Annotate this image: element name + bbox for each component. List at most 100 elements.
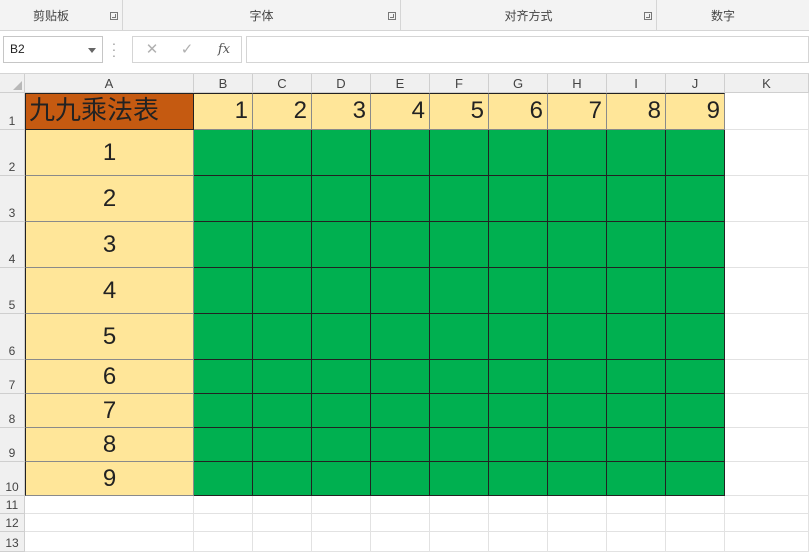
cell-g6[interactable] (489, 314, 548, 360)
cell-g11[interactable] (489, 496, 548, 514)
cell-a12[interactable] (25, 514, 194, 532)
cell-e2[interactable] (371, 130, 430, 176)
cell-f13[interactable] (430, 532, 489, 552)
cell-i9[interactable] (607, 428, 666, 462)
column-header-g[interactable]: G (489, 74, 548, 93)
dialog-launcher-icon[interactable] (644, 12, 652, 20)
chevron-down-icon[interactable] (88, 48, 96, 53)
cell-k13[interactable] (725, 532, 809, 552)
cell-c1-header[interactable]: 2 (253, 93, 312, 130)
cell-j1-header[interactable]: 9 (666, 93, 725, 130)
cell-b13[interactable] (194, 532, 253, 552)
cell-a7-row-label[interactable]: 6 (25, 360, 194, 394)
cell-f4[interactable] (430, 222, 489, 268)
cell-b2[interactable] (194, 130, 253, 176)
dialog-launcher-icon[interactable] (388, 12, 396, 20)
cell-d2[interactable] (312, 130, 371, 176)
cell-f3[interactable] (430, 176, 489, 222)
cell-c5[interactable] (253, 268, 312, 314)
formula-input[interactable] (246, 36, 809, 63)
cell-j2[interactable] (666, 130, 725, 176)
cell-c3[interactable] (253, 176, 312, 222)
row-header-1[interactable]: 1 (0, 93, 25, 130)
cell-k9[interactable] (725, 428, 809, 462)
column-header-j[interactable]: J (666, 74, 725, 93)
cell-c13[interactable] (253, 532, 312, 552)
cell-i6[interactable] (607, 314, 666, 360)
column-header-h[interactable]: H (548, 74, 607, 93)
cell-a13[interactable] (25, 532, 194, 552)
cell-g5[interactable] (489, 268, 548, 314)
cell-g1-header[interactable]: 6 (489, 93, 548, 130)
cell-g9[interactable] (489, 428, 548, 462)
row-header-2[interactable]: 2 (0, 130, 25, 176)
cell-g8[interactable] (489, 394, 548, 428)
row-header-4[interactable]: 4 (0, 222, 25, 268)
cell-k8[interactable] (725, 394, 809, 428)
cell-j8[interactable] (666, 394, 725, 428)
cell-g13[interactable] (489, 532, 548, 552)
cell-d9[interactable] (312, 428, 371, 462)
cell-h11[interactable] (548, 496, 607, 514)
cell-d8[interactable] (312, 394, 371, 428)
cell-h2[interactable] (548, 130, 607, 176)
cell-e8[interactable] (371, 394, 430, 428)
row-header-8[interactable]: 8 (0, 394, 25, 428)
cell-g2[interactable] (489, 130, 548, 176)
cell-h1-header[interactable]: 7 (548, 93, 607, 130)
row-header-6[interactable]: 6 (0, 314, 25, 360)
cell-j7[interactable] (666, 360, 725, 394)
cell-e11[interactable] (371, 496, 430, 514)
cell-j12[interactable] (666, 514, 725, 532)
cell-a5-row-label[interactable]: 4 (25, 268, 194, 314)
cell-e4[interactable] (371, 222, 430, 268)
cell-h12[interactable] (548, 514, 607, 532)
column-header-k[interactable]: K (725, 74, 809, 93)
cell-e7[interactable] (371, 360, 430, 394)
cell-i3[interactable] (607, 176, 666, 222)
cell-b7[interactable] (194, 360, 253, 394)
cell-k5[interactable] (725, 268, 809, 314)
cell-h5[interactable] (548, 268, 607, 314)
cell-b11[interactable] (194, 496, 253, 514)
cell-g7[interactable] (489, 360, 548, 394)
cell-c7[interactable] (253, 360, 312, 394)
cell-b12[interactable] (194, 514, 253, 532)
cell-a2-row-label[interactable]: 1 (25, 130, 194, 176)
row-header-11[interactable]: 11 (0, 496, 25, 514)
cell-b3[interactable] (194, 176, 253, 222)
cell-b8[interactable] (194, 394, 253, 428)
column-header-d[interactable]: D (312, 74, 371, 93)
cell-e6[interactable] (371, 314, 430, 360)
cell-g3[interactable] (489, 176, 548, 222)
column-header-c[interactable]: C (253, 74, 312, 93)
column-header-b[interactable]: B (194, 74, 253, 93)
cell-k11[interactable] (725, 496, 809, 514)
cell-d3[interactable] (312, 176, 371, 222)
cell-k3[interactable] (725, 176, 809, 222)
row-header-13[interactable]: 13 (0, 532, 25, 552)
column-header-a[interactable]: A (25, 74, 194, 93)
cell-d10[interactable] (312, 462, 371, 496)
cell-d12[interactable] (312, 514, 371, 532)
cell-j6[interactable] (666, 314, 725, 360)
cell-i11[interactable] (607, 496, 666, 514)
cell-j4[interactable] (666, 222, 725, 268)
cell-f12[interactable] (430, 514, 489, 532)
cell-j10[interactable] (666, 462, 725, 496)
cell-b9[interactable] (194, 428, 253, 462)
cell-d1-header[interactable]: 3 (312, 93, 371, 130)
cell-b10[interactable] (194, 462, 253, 496)
cell-k12[interactable] (725, 514, 809, 532)
cell-f6[interactable] (430, 314, 489, 360)
cell-f5[interactable] (430, 268, 489, 314)
column-header-i[interactable]: I (607, 74, 666, 93)
cell-h9[interactable] (548, 428, 607, 462)
cell-h4[interactable] (548, 222, 607, 268)
cell-a3-row-label[interactable]: 2 (25, 176, 194, 222)
cell-a8-row-label[interactable]: 7 (25, 394, 194, 428)
select-all-corner[interactable] (0, 74, 25, 93)
cell-d5[interactable] (312, 268, 371, 314)
cell-d7[interactable] (312, 360, 371, 394)
cell-d11[interactable] (312, 496, 371, 514)
